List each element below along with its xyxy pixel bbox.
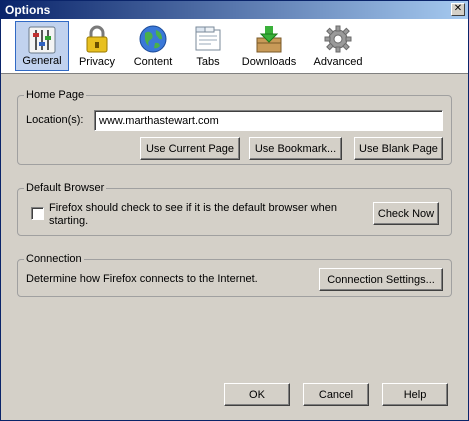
default-browser-checkbox[interactable] <box>31 207 44 220</box>
help-button[interactable]: Help <box>382 383 448 406</box>
default-browser-check-text: Firefox should check to see if it is the… <box>49 202 337 227</box>
connection-description: Determine how Firefox connects to the In… <box>26 273 258 285</box>
pane-downloads[interactable]: Downloads <box>237 21 301 71</box>
pane-label: Downloads <box>241 56 297 68</box>
gear-icon <box>324 25 352 53</box>
default-browser-group: Default Browser Firefox should check to … <box>17 182 452 236</box>
title-bar[interactable]: Options ✕ <box>1 1 468 19</box>
window-title: Options <box>5 3 51 17</box>
connection-settings-button[interactable]: Connection Settings... <box>319 268 443 291</box>
connection-group: Connection Determine how Firefox connect… <box>17 253 452 297</box>
home-page-location-input[interactable] <box>94 110 443 131</box>
pane-toolbar: General Privacy Content Tabs Downloads A… <box>1 19 468 74</box>
home-page-group: Home Page Location(s): Use Current Page … <box>17 89 452 165</box>
use-current-page-button[interactable]: Use Current Page <box>140 137 240 160</box>
padlock-icon <box>86 25 108 53</box>
use-bookmark-button[interactable]: Use Bookmark... <box>249 137 342 160</box>
home-page-legend: Home Page <box>24 89 87 101</box>
tabs-icon <box>195 26 221 51</box>
check-now-button[interactable]: Check Now <box>373 202 439 225</box>
pane-tabs[interactable]: Tabs <box>183 21 233 71</box>
pane-label: General <box>22 55 62 67</box>
ok-button[interactable]: OK <box>224 383 290 406</box>
globe-icon <box>139 25 167 53</box>
pane-advanced[interactable]: Advanced <box>307 21 369 71</box>
close-icon: ✕ <box>453 3 463 14</box>
pane-content[interactable]: Content <box>125 21 181 71</box>
download-box-icon <box>256 26 282 53</box>
pane-label: Advanced <box>313 56 363 68</box>
default-browser-legend: Default Browser <box>24 182 107 194</box>
pane-label: Tabs <box>196 56 220 68</box>
pane-label: Content <box>133 56 173 68</box>
connection-legend: Connection <box>24 253 84 265</box>
cancel-button[interactable]: Cancel <box>303 383 369 406</box>
pane-privacy[interactable]: Privacy <box>71 21 123 71</box>
general-sliders-icon <box>28 26 56 54</box>
options-dialog: Options ✕ General Privacy Content Tabs D… <box>0 0 469 421</box>
location-label: Location(s): <box>26 114 84 126</box>
use-blank-page-button[interactable]: Use Blank Page <box>354 137 443 160</box>
close-button[interactable]: ✕ <box>451 3 465 16</box>
pane-general[interactable]: General <box>15 21 69 71</box>
pane-label: Privacy <box>78 56 116 68</box>
